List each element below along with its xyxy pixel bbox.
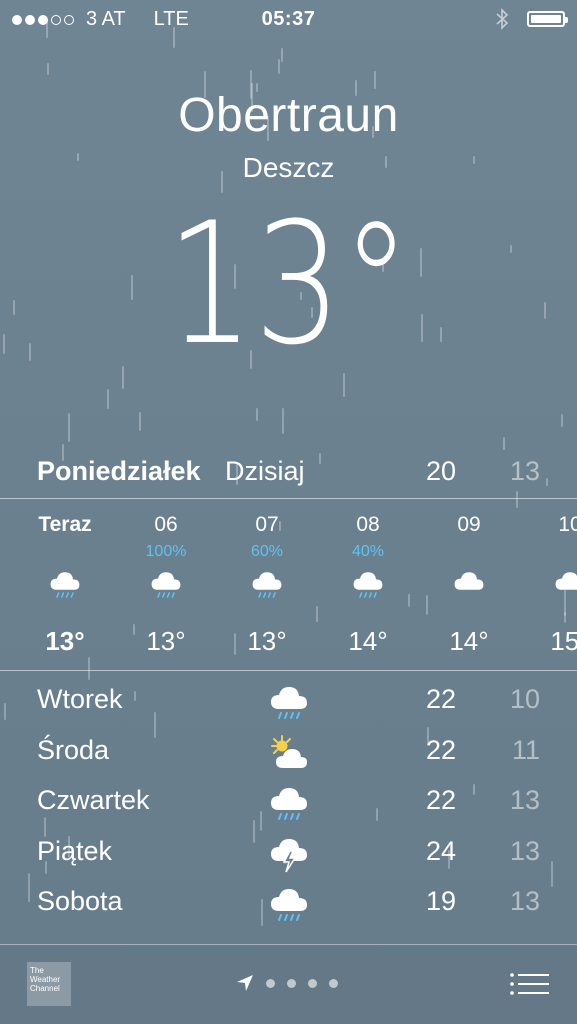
status-right — [495, 8, 568, 30]
daily-row: Czwartek 22 13 — [37, 781, 540, 831]
hour-temp: 15° — [550, 626, 577, 656]
hour-precip: 100% — [145, 543, 187, 560]
hour-time: 10 — [558, 513, 577, 536]
rain-streak — [551, 861, 553, 887]
today-summary: Poniedziałek Dzisiaj 20 13 — [37, 456, 540, 492]
day-low: 10 — [509, 684, 540, 714]
rain-streak — [282, 408, 284, 434]
weather-channel-logo[interactable]: The Weather Channel — [27, 962, 71, 1006]
rain-streak — [4, 703, 6, 720]
cloud-icon — [453, 566, 485, 604]
rain-streak — [278, 59, 280, 74]
hour-time: Teraz — [38, 513, 92, 536]
rain-streak — [256, 408, 258, 421]
rain-cloud-icon — [269, 885, 309, 925]
hour-precip: 40% — [351, 543, 385, 560]
day-name: Sobota — [37, 886, 123, 916]
daily-row: Piątek 24 13 — [37, 832, 540, 882]
weather-condition: Deszcz — [242, 152, 335, 183]
page-dot — [266, 978, 275, 988]
day-name: Środa — [37, 735, 110, 765]
page-dot — [329, 978, 338, 988]
status-time: 05:37 — [261, 8, 316, 30]
day-low: 13 — [509, 785, 540, 815]
rain-streak — [503, 437, 505, 450]
day-high: 22 — [425, 785, 456, 815]
hour-precip: 60% — [250, 543, 284, 560]
page-dot — [287, 978, 296, 988]
current-temperature: 13° — [166, 186, 411, 382]
day-name: Czwartek — [37, 785, 150, 815]
divider-top — [0, 498, 577, 499]
daily-row: Sobota 19 13 — [37, 882, 540, 932]
bottom-toolbar: The Weather Channel — [0, 946, 577, 1024]
day-high: 22 — [425, 735, 456, 765]
day-low: 13 — [509, 836, 540, 866]
rain-cloud-icon — [269, 784, 309, 824]
status-bar: 3 AT LTE 05:37 — [0, 0, 577, 38]
today-label: Dzisiaj — [225, 456, 305, 486]
hour-temp: 13° — [146, 626, 186, 656]
thunderstorm-icon — [269, 835, 309, 875]
rain-streak — [47, 63, 49, 75]
today-high: 20 — [425, 456, 456, 486]
hour-temp: 14° — [449, 626, 489, 656]
rain-streak — [374, 71, 376, 89]
day-low: 13 — [509, 886, 540, 916]
location-arrow-icon — [237, 975, 253, 991]
rain-streak — [122, 366, 124, 389]
rain-streak — [29, 343, 31, 361]
rain-streak — [107, 389, 109, 409]
rain-cloud-icon — [150, 566, 182, 604]
day-name: Wtorek — [37, 684, 123, 714]
city-name: Obertraun — [178, 89, 399, 142]
today-low: 13 — [509, 456, 540, 486]
rain-cloud-icon — [269, 683, 309, 723]
hour-temp: 13° — [247, 626, 287, 656]
day-name: Piątek — [37, 836, 113, 866]
bluetooth-icon — [496, 8, 509, 30]
rain-cloud-icon — [251, 566, 283, 604]
rain-cloud-icon — [49, 566, 81, 604]
rain-streak — [28, 873, 30, 902]
hourly-forecast[interactable]: Teraz 13° 06 100% 13° 07 60% 13° 08 40% … — [0, 500, 577, 670]
page-dot — [308, 978, 317, 988]
hour-temp: 14° — [348, 626, 388, 656]
rain-streak — [139, 412, 141, 431]
today-day: Poniedziałek — [37, 456, 201, 486]
rain-streak — [544, 302, 546, 319]
hour-temp: 13° — [45, 626, 85, 656]
day-high: 24 — [425, 836, 456, 866]
rain-streak — [281, 48, 283, 62]
daily-row: Środa 22 11 — [37, 731, 540, 781]
battery-icon — [527, 11, 568, 27]
page-indicator[interactable] — [236, 974, 338, 992]
partly-sunny-icon — [269, 734, 309, 774]
daily-row: Wtorek 22 10 — [37, 680, 540, 730]
rain-streak — [3, 334, 5, 354]
day-high: 19 — [425, 886, 456, 916]
rain-streak — [546, 478, 548, 486]
hour-time: 07 — [255, 513, 279, 536]
rain-cloud-icon — [352, 566, 384, 604]
battery-fill — [531, 15, 561, 23]
rain-streak — [561, 414, 563, 427]
hour-time: 09 — [457, 513, 481, 536]
hour-time: 08 — [356, 513, 380, 536]
rain-streak — [13, 300, 15, 315]
day-high: 22 — [425, 684, 456, 714]
hour-time: 06 — [154, 513, 178, 536]
divider-bottom — [0, 944, 577, 945]
divider-middle — [0, 670, 577, 671]
list-icon[interactable] — [509, 972, 549, 996]
rain-streak — [68, 413, 70, 442]
day-low: 11 — [511, 735, 540, 765]
cloud-icon — [554, 566, 577, 604]
